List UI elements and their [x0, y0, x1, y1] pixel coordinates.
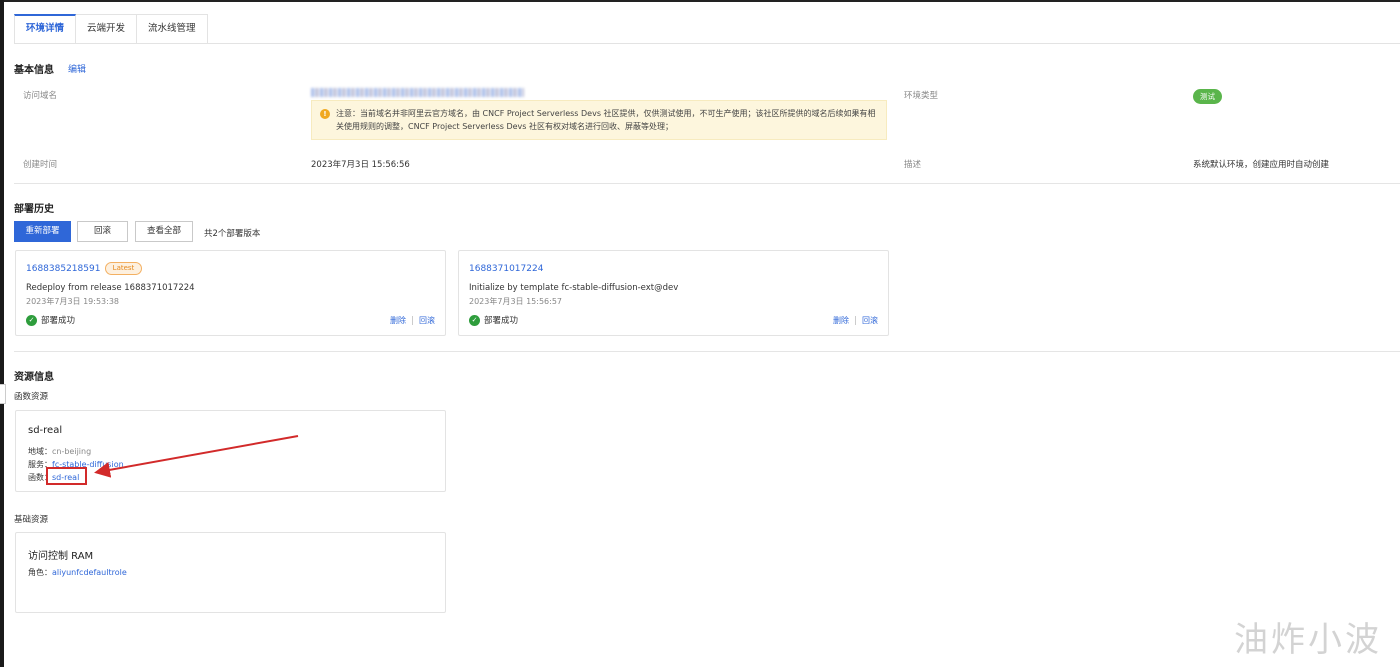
annotation-arrow-line	[94, 435, 299, 478]
role-link[interactable]: aliyunfcdefaultrole	[52, 568, 127, 577]
role-label: 角色：	[28, 568, 52, 577]
role-row: 角色：aliyunfcdefaultrole	[28, 567, 127, 578]
base-resources-label: 基础资源	[14, 515, 49, 525]
ram-resource-card: 访问控制 RAM 角色：aliyunfcdefaultrole	[15, 532, 446, 613]
ram-card-name: 访问控制 RAM	[28, 551, 94, 562]
watermark: 油炸小波	[1234, 620, 1382, 660]
